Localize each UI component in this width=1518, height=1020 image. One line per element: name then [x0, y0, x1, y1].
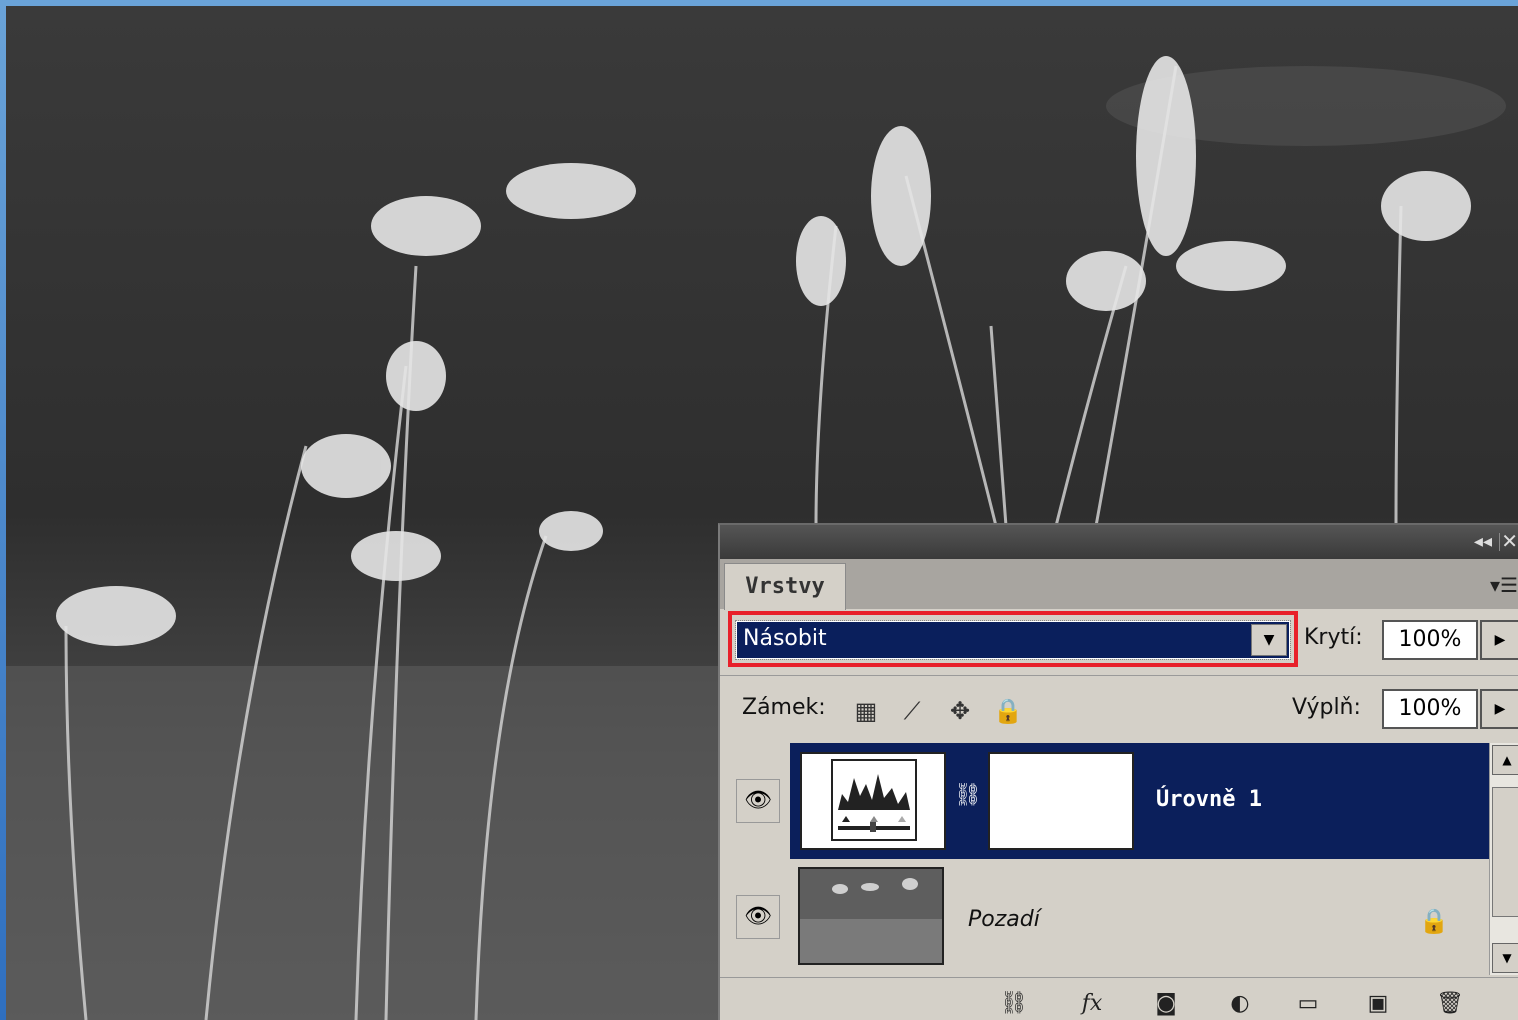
blend-mode-select[interactable]: Násobit ▼ — [735, 620, 1291, 660]
canvas-frame: ◂◂ ✕ Vrstvy ▾☰ Násobit ▼ Krytí: 100% ▶ Z… — [6, 6, 1518, 1020]
visibility-eye-icon[interactable]: 👁 — [736, 895, 780, 939]
fill-label: Výplň: — [1292, 695, 1361, 720]
layer-row[interactable]: 👁 ⛓ Úrovně 1 — [720, 743, 1490, 859]
fill-arrow-button[interactable]: ▶ — [1480, 689, 1518, 729]
chain-link-icon[interactable]: ⛓ — [954, 783, 982, 819]
scroll-down-button[interactable]: ▼ — [1492, 943, 1518, 973]
scroll-up-button[interactable]: ▲ — [1492, 745, 1518, 775]
layers-list: 👁 ⛓ Úrovně 1 👁 Pozadí 🔒 — [720, 743, 1490, 975]
layer-name[interactable]: Úrovně 1 — [1156, 787, 1262, 812]
fill-input[interactable]: 100% — [1382, 689, 1478, 729]
tab-row: Vrstvy ▾☰ — [720, 559, 1518, 610]
lock-transparency-icon[interactable]: ▦ — [848, 693, 884, 729]
opacity-arrow-button[interactable]: ▶ — [1480, 620, 1518, 660]
add-mask-icon[interactable]: ◙ — [1148, 988, 1184, 1020]
layers-panel: ◂◂ ✕ Vrstvy ▾☰ Násobit ▼ Krytí: 100% ▶ Z… — [718, 523, 1518, 1020]
blend-mode-value: Násobit — [743, 626, 827, 651]
divider — [720, 675, 1518, 676]
visibility-eye-icon[interactable]: 👁 — [736, 779, 780, 823]
panel-titlebar[interactable]: ◂◂ ✕ — [720, 525, 1518, 559]
scroll-thumb[interactable] — [1492, 787, 1518, 917]
opacity-label: Krytí: — [1304, 625, 1363, 650]
close-icon[interactable]: ✕ — [1501, 529, 1518, 553]
tab-layers[interactable]: Vrstvy — [724, 563, 846, 610]
new-layer-icon[interactable]: ▣ — [1360, 988, 1396, 1020]
lock-all-icon[interactable]: 🔒 — [990, 693, 1026, 729]
panel-bottom-toolbar: ⛓ fx ◙ ◐ ▭ ▣ 🗑 — [720, 977, 1518, 1020]
levels-adjustment-thumbnail — [800, 752, 946, 850]
lock-label: Zámek: — [742, 695, 826, 720]
link-layers-icon[interactable]: ⛓ — [996, 988, 1032, 1020]
panel-menu-icon[interactable]: ▾☰ — [1490, 573, 1518, 597]
background-layer-thumbnail — [798, 867, 944, 965]
layer-name[interactable]: Pozadí — [968, 907, 1040, 932]
adjustment-layer-icon[interactable]: ◐ — [1222, 988, 1258, 1020]
lock-move-icon[interactable]: ✥ — [942, 693, 978, 729]
opacity-input[interactable]: 100% — [1382, 620, 1478, 660]
titlebar-separator — [1499, 533, 1500, 551]
layer-mask-thumbnail[interactable] — [988, 752, 1134, 850]
trash-icon[interactable]: 🗑 — [1432, 988, 1468, 1020]
lock-brush-icon[interactable]: ⟋ — [894, 693, 930, 729]
layer-row[interactable]: 👁 Pozadí 🔒 — [720, 859, 1490, 975]
layer-lock-icon: 🔒 — [1419, 907, 1449, 935]
chevron-down-icon[interactable]: ▼ — [1251, 624, 1287, 656]
new-group-folder-icon[interactable]: ▭ — [1290, 988, 1326, 1020]
layer-style-fx-icon[interactable]: fx — [1074, 988, 1110, 1020]
collapse-icon[interactable]: ◂◂ — [1474, 531, 1492, 552]
layers-scrollbar[interactable]: ▲ ▼ — [1489, 743, 1518, 975]
